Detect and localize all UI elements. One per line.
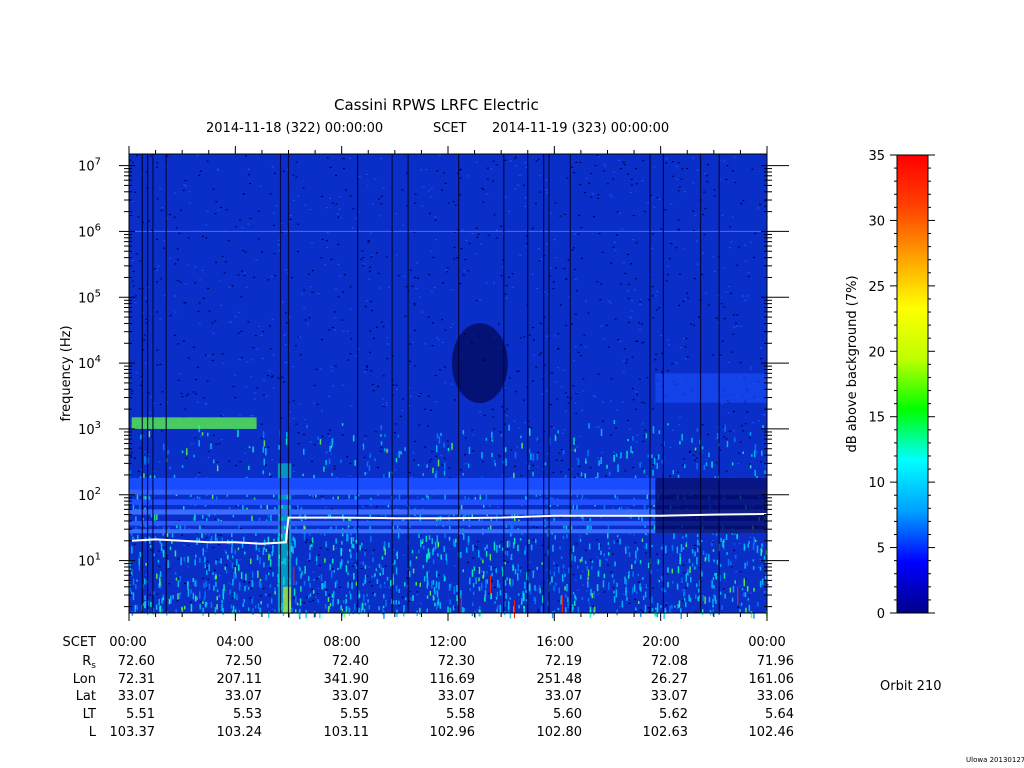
- ephem-value-1-3: 72.30: [438, 654, 475, 669]
- dark-cloud: [451, 323, 508, 404]
- y-axis-label: frequency (Hz): [59, 325, 74, 421]
- ephem-value-4-4: 5.60: [553, 707, 582, 722]
- colorbar-tick-6: 30: [868, 214, 885, 229]
- colorbar-tick-1: 5: [877, 542, 885, 557]
- ephem-value-2-4: 251.48: [537, 672, 583, 687]
- ephem-label-5: L: [89, 725, 97, 740]
- colorbar-tick-0: 0: [877, 607, 885, 622]
- ephem-value-1-4: 72.19: [545, 654, 582, 669]
- dark-right-block: [655, 477, 767, 534]
- ephem-value-5-0: 103.37: [110, 725, 156, 740]
- ephem-value-0-1: 04:00: [216, 635, 253, 650]
- y-tick-label-4: 105: [78, 288, 101, 306]
- colorbar: [896, 154, 929, 614]
- ephem-label-3: Lat: [76, 689, 96, 704]
- ephem-value-4-5: 5.62: [659, 707, 688, 722]
- ephem-value-1-2: 72.40: [332, 654, 369, 669]
- ephem-value-4-3: 5.58: [446, 707, 475, 722]
- y-tick-label-2: 103: [78, 420, 101, 438]
- ephem-value-5-2: 103.11: [324, 725, 370, 740]
- ephem-value-3-6: 33.06: [757, 689, 794, 704]
- ephem-value-0-0: 00:00: [109, 635, 146, 650]
- y-tick-label-5: 106: [78, 222, 101, 240]
- y-tick-label-0: 101: [78, 552, 101, 570]
- ephem-value-4-6: 5.64: [765, 707, 794, 722]
- burst-core: [283, 586, 292, 613]
- ephem-value-5-6: 102.46: [749, 725, 795, 740]
- ephem-value-0-6: 00:00: [748, 635, 785, 650]
- ephem-value-3-0: 33.07: [118, 689, 155, 704]
- ephem-value-0-5: 20:00: [642, 635, 679, 650]
- orbit-label: Orbit 210: [880, 679, 942, 694]
- colorbar-tick-5: 25: [868, 280, 885, 295]
- ephem-value-2-2: 341.90: [324, 672, 370, 687]
- ephem-value-3-3: 33.07: [438, 689, 475, 704]
- colorbar-tick-2: 10: [868, 476, 885, 491]
- ephem-value-5-1: 103.24: [217, 725, 263, 740]
- colorbar-tick-3: 15: [868, 411, 885, 426]
- ephem-label-4: LT: [83, 707, 96, 722]
- ephem-label-0: SCET: [63, 635, 97, 650]
- ephem-value-4-1: 5.53: [233, 707, 262, 722]
- ephem-label-2: Lon: [73, 672, 96, 687]
- y-tick-label-1: 102: [78, 486, 101, 504]
- ephem-value-4-2: 5.55: [340, 707, 369, 722]
- ephem-value-2-5: 26.27: [651, 672, 688, 687]
- colorbar-tick-7: 35: [868, 149, 885, 164]
- khz-band: [131, 417, 257, 429]
- ephem-value-1-1: 72.50: [225, 654, 262, 669]
- ephem-value-3-1: 33.07: [225, 689, 262, 704]
- ephem-value-5-4: 102.80: [537, 725, 583, 740]
- page: Cassini RPWS LRFC Electric 2014-11-18 (3…: [0, 0, 1024, 768]
- ephem-value-5-3: 102.96: [430, 725, 476, 740]
- spectrogram-chart: 101 102 103 104 105 106 107 frequency (Hz) 0 5 10 1…: [59, 146, 935, 740]
- ephem-value-1-6: 71.96: [757, 654, 794, 669]
- ephem-value-0-4: 16:00: [536, 635, 573, 650]
- credit-label: Ulowa 20130127: [966, 756, 1024, 764]
- ephem-value-4-0: 5.51: [126, 707, 155, 722]
- ephem-label-1: Rs: [82, 654, 96, 671]
- ephem-value-0-2: 08:00: [323, 635, 360, 650]
- ephem-value-1-0: 72.60: [118, 654, 155, 669]
- ephem-value-0-3: 12:00: [429, 635, 466, 650]
- y-tick-label-6: 107: [78, 157, 101, 175]
- ephem-value-2-3: 116.69: [430, 672, 476, 687]
- colorbar-label: dB above background (7%): [845, 275, 860, 452]
- ephem-value-3-5: 33.07: [651, 689, 688, 704]
- ephem-value-5-5: 102.63: [643, 725, 689, 740]
- ephem-value-3-4: 33.07: [545, 689, 582, 704]
- ephem-value-2-6: 161.06: [749, 672, 795, 687]
- ephem-value-1-5: 72.08: [651, 654, 688, 669]
- ephem-value-3-2: 33.07: [332, 689, 369, 704]
- ephem-value-2-0: 72.31: [118, 672, 155, 687]
- y-tick-label-3: 104: [78, 354, 101, 372]
- right-band: [655, 373, 767, 403]
- ephem-value-2-1: 207.11: [217, 672, 263, 687]
- colorbar-tick-4: 20: [868, 345, 885, 360]
